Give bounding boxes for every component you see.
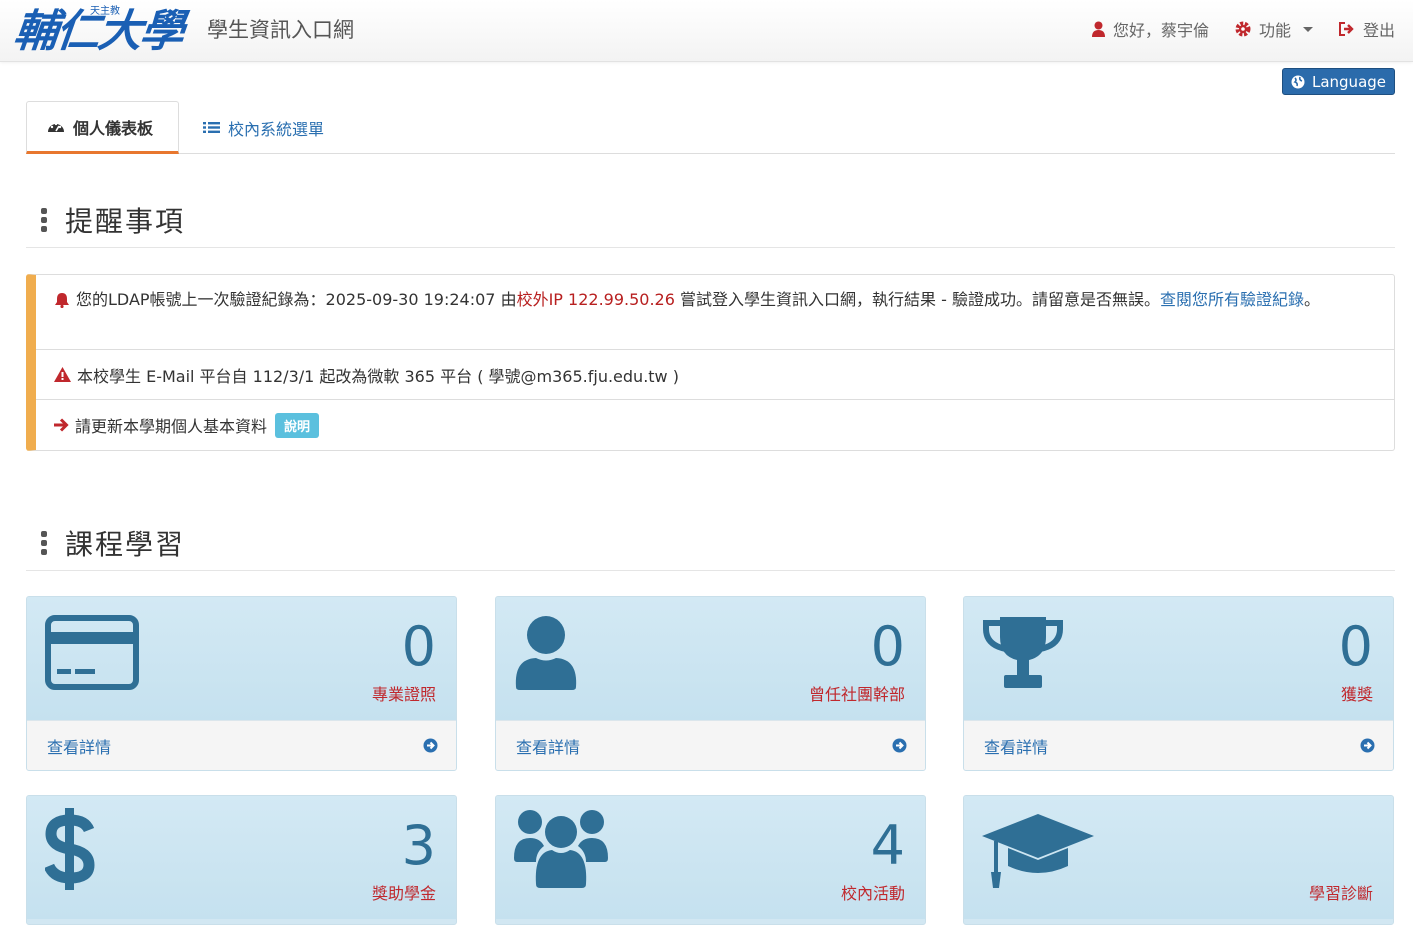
- globe-icon: [1291, 75, 1305, 88]
- tab-dashboard[interactable]: 個人儀表板: [26, 101, 179, 154]
- campus-activities-count: 4: [870, 814, 905, 877]
- top-navbar: 天主教 輔仁大學 學生資訊入口網 您好，蔡宇倫 功能 登出: [0, 0, 1413, 62]
- reminders-title: 提醒事項: [65, 204, 186, 238]
- view-details-label: 查看詳情: [516, 737, 581, 757]
- card-summary: 4 校內活動: [496, 796, 925, 919]
- list-item: 請更新本學期個人基本資料 說明: [36, 400, 1394, 450]
- ldap-notice-location: 校外IP 122.99.50.26: [516, 290, 675, 309]
- ldap-notice-end: 。: [1303, 290, 1320, 309]
- vertical-ellipsis-icon: [41, 207, 47, 232]
- user-icon: [1091, 21, 1105, 37]
- greeting-text: 您好，蔡宇倫: [1112, 21, 1209, 40]
- card-summary: 0 曾任社團幹部: [496, 597, 925, 720]
- arrow-circle-right-icon: [423, 738, 438, 753]
- scholarship-card: 3 獎助學金: [26, 795, 457, 925]
- help-badge[interactable]: 說明: [275, 412, 320, 438]
- gear-icon: [1235, 21, 1251, 37]
- list-item: 本校學生 E-Mail 平台自 112/3/1 起改為微軟 365 平台 ( 學…: [36, 350, 1394, 400]
- logout-icon: [1338, 22, 1354, 36]
- awards-label: 獲獎: [1340, 685, 1373, 704]
- view-details-link[interactable]: 查看詳情: [964, 720, 1393, 770]
- logout-button[interactable]: 登出: [1338, 17, 1395, 41]
- top-nav-menu: 您好，蔡宇倫 功能 登出: [1091, 17, 1395, 41]
- logout-label: 登出: [1362, 21, 1395, 40]
- vertical-ellipsis-icon: [41, 530, 47, 555]
- certificates-count: 0: [401, 615, 436, 678]
- users-icon: [514, 810, 608, 888]
- card-summary: 0 專業證照: [27, 597, 456, 720]
- awards-count: 0: [1338, 615, 1373, 678]
- university-logo[interactable]: 天主教 輔仁大學: [11, 2, 200, 62]
- view-auth-records-link[interactable]: 查閱您所有驗證紀錄: [1160, 290, 1304, 309]
- view-details-label: 查看詳情: [47, 737, 112, 757]
- club-officer-count: 0: [870, 615, 905, 678]
- arrow-right-icon: [54, 418, 69, 432]
- user-greeting[interactable]: 您好，蔡宇倫: [1091, 17, 1209, 41]
- functions-dropdown[interactable]: 功能: [1235, 17, 1313, 41]
- graduation-cap-icon: [982, 814, 1094, 888]
- card-summary: 學習診斷: [964, 796, 1393, 919]
- scholarship-count: 3: [401, 814, 436, 877]
- campus-activities-label: 校內活動: [840, 884, 905, 903]
- arrow-circle-right-icon: [892, 738, 907, 753]
- view-details-label: 查看詳情: [984, 737, 1049, 757]
- certificates-card: 0 專業證照 查看詳情: [26, 596, 457, 771]
- user-icon: [515, 616, 577, 690]
- language-button[interactable]: Language: [1282, 68, 1395, 95]
- card-summary: 0 獲獎: [964, 597, 1393, 720]
- learning-diagnosis-label: 學習診斷: [1308, 884, 1373, 903]
- certificates-label: 專業證照: [371, 685, 436, 704]
- language-label: Language: [1311, 72, 1387, 91]
- site-title: 學生資訊入口網: [207, 18, 354, 42]
- scholarship-label: 獎助學金: [371, 884, 436, 903]
- list-icon: [203, 122, 220, 133]
- awards-card: 0 獲獎 查看詳情: [963, 596, 1394, 771]
- credit-card-icon: [45, 615, 139, 690]
- dollar-icon: [45, 808, 95, 890]
- ldap-notice-suffix: 嘗試登入學生資訊入口網，執行結果 - 驗證成功。請留意是否無誤。: [674, 290, 1160, 309]
- logo-text: 輔仁大學: [11, 6, 185, 57]
- courses-section-header: 課程學習: [26, 515, 1395, 571]
- club-officer-card: 0 曾任社團幹部 查看詳情: [495, 596, 926, 771]
- functions-label: 功能: [1258, 21, 1291, 40]
- view-details-link[interactable]: 查看詳情: [27, 720, 456, 770]
- learning-diagnosis-card: 學習診斷: [963, 795, 1394, 925]
- ldap-notice-prefix: 您的LDAP帳號上一次驗證紀錄為：2025-09-30 19:24:07 由: [76, 290, 517, 309]
- reminder-list: 您的LDAP帳號上一次驗證紀錄為：2025-09-30 19:24:07 由校外…: [26, 274, 1395, 451]
- campus-activities-card: 4 校內活動: [495, 795, 926, 925]
- courses-title: 課程學習: [65, 527, 186, 561]
- caret-down-icon: [1302, 26, 1313, 32]
- bell-icon: [55, 293, 69, 308]
- tab-dashboard-label: 個人儀表板: [73, 118, 154, 138]
- reminders-section-header: 提醒事項: [26, 192, 1395, 248]
- dashboard-icon: [48, 122, 64, 132]
- card-summary: 3 獎助學金: [27, 796, 456, 919]
- arrow-circle-right-icon: [1360, 738, 1375, 753]
- update-profile-link[interactable]: 請更新本學期個人基本資料: [75, 413, 267, 437]
- club-officer-label: 曾任社團幹部: [808, 685, 905, 704]
- list-item: 您的LDAP帳號上一次驗證紀錄為：2025-09-30 19:24:07 由校外…: [36, 275, 1394, 350]
- view-details-link[interactable]: 查看詳情: [496, 720, 925, 770]
- dashboard-tabs: 個人儀表板 校內系統選單: [26, 101, 1395, 154]
- email-notice-text: 本校學生 E-Mail 平台自 112/3/1 起改為微軟 365 平台 ( 學…: [77, 366, 679, 386]
- tab-system-menu-label: 校內系統選單: [228, 119, 325, 139]
- trophy-icon: [983, 617, 1063, 688]
- tab-system-menu[interactable]: 校內系統選單: [183, 101, 344, 154]
- warning-icon: [54, 367, 71, 382]
